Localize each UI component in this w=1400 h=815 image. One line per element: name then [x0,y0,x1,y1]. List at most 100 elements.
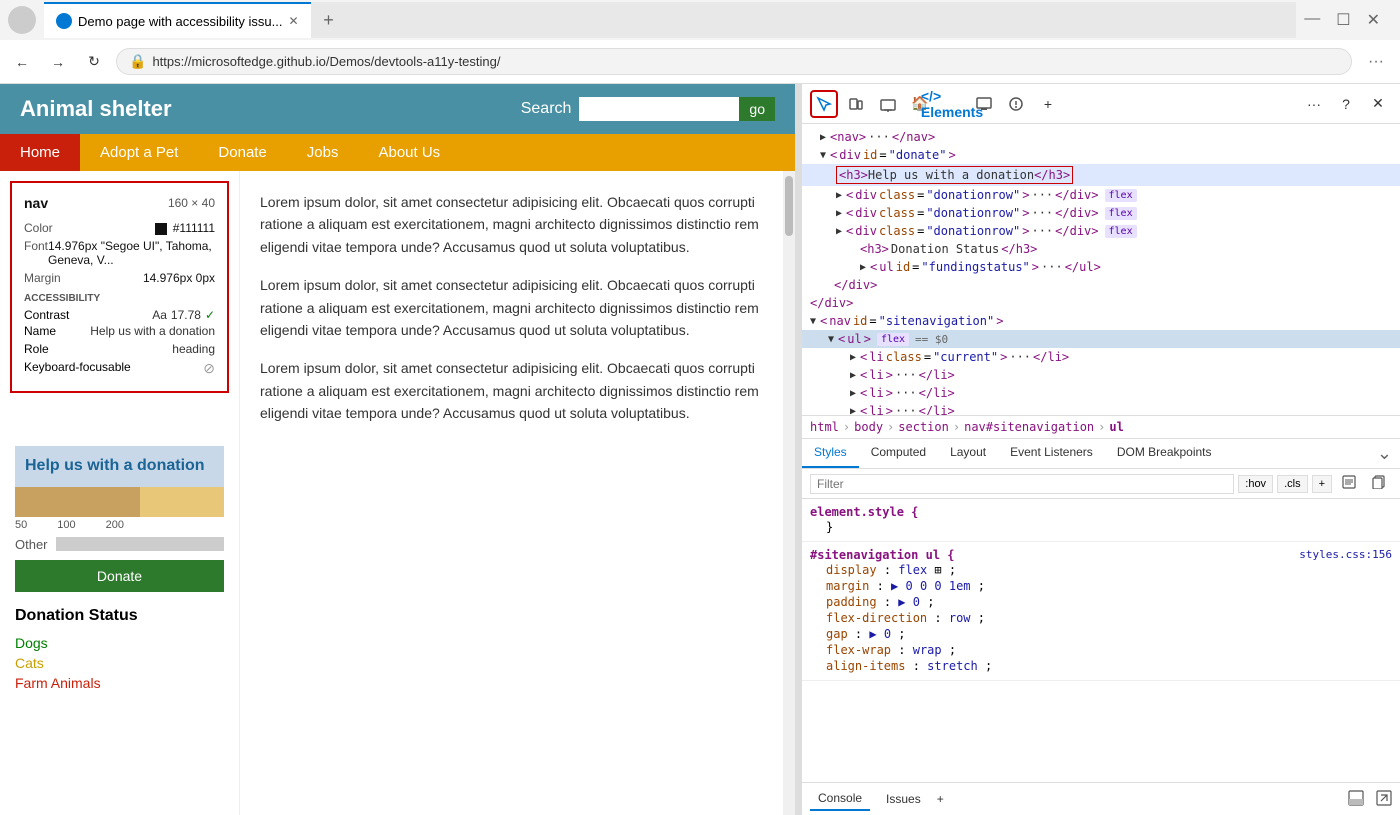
more-options-icon[interactable]: ··· [1300,90,1328,118]
dom-nav-line[interactable]: ▶ <nav> ··· </nav> [802,128,1400,146]
dom-h3-donation-status[interactable]: <h3>Donation Status</h3> [802,240,1400,258]
dom-donationrow-2[interactable]: ▶ <div class= "donationrow"> ··· </div> … [802,204,1400,222]
issues-icon[interactable] [1002,90,1030,118]
tooltip-font-row: Font 14.976px "Segoe UI", Tahoma, Geneva… [24,237,215,269]
nav-item-jobs[interactable]: Jobs [287,134,359,171]
style-flex-direction: flex-direction : row ; [810,610,1392,626]
pseudo-hov-button[interactable]: :hov [1238,475,1273,493]
progress-bar-container [15,487,224,517]
undock-icon[interactable] [1376,790,1392,809]
pseudo-cls-button[interactable]: .cls [1277,475,1308,493]
breadcrumb-body[interactable]: body [854,420,883,434]
inspect-icon[interactable] [810,90,838,118]
title-bar: Demo page with accessibility issu... ✕ +… [0,0,1400,40]
dom-nav-sitenavigation[interactable]: ▼ <nav id= "sitenavigation"> [802,312,1400,330]
nav-item-home[interactable]: Home [0,134,80,171]
breadcrumb-bar: html › body › section › nav#sitenavigati… [802,416,1400,439]
devtools-toolbar: 🏠 </> Elements + ··· ? ✕ [802,84,1400,124]
donate-section: Help us with a donation 50 100 200 Other [15,446,224,592]
close-devtools-icon[interactable]: ✕ [1364,90,1392,118]
search-button[interactable]: go [739,97,775,121]
styles-subtabs: Styles Computed Layout Event Listeners D… [802,439,1400,469]
subtab-dom-breakpoints[interactable]: DOM Breakpoints [1105,439,1224,468]
donate-button[interactable]: Donate [15,560,224,592]
scroll-thumb[interactable] [785,176,793,236]
expand-nav-icon[interactable]: ▶ [820,132,826,143]
new-tab-button[interactable]: + [311,2,347,38]
console-tab[interactable]: Console [810,787,870,811]
collapse-panel-icon[interactable]: ⌄ [1369,439,1400,468]
ul-flex-badge: flex [877,333,909,346]
dom-li-current[interactable]: ▶ <li class= "current"> ··· </li> [802,348,1400,366]
minimize-button[interactable]: — [1304,10,1320,30]
keyboard-focusable-icon: ⊘ [203,360,215,377]
dock-bottom-icon[interactable] [1348,790,1364,809]
subtab-layout[interactable]: Layout [938,439,998,468]
add-style-button[interactable]: + [1312,475,1332,493]
tooltip-margin-value: 14.976px 0px [143,271,215,285]
subtab-event-listeners[interactable]: Event Listeners [998,439,1105,468]
dom-h3-line[interactable]: <h3>Help us with a donation</h3> [802,164,1400,186]
dom-ul-fundingstatus[interactable]: ▶ <ul id= "fundingstatus"> ··· </ul> [802,258,1400,276]
sitenavigation-ul-block: #sitenavigation ul { styles.css:156 disp… [802,542,1400,681]
nav-item-about[interactable]: About Us [358,134,460,171]
dom-li-2[interactable]: ▶ <li> ··· </li> [802,366,1400,384]
dom-li-3[interactable]: ▶ <li> ··· </li> [802,384,1400,402]
dom-li-4[interactable]: ▶ <li> ··· </li> [802,402,1400,416]
maximize-button[interactable]: ☐ [1336,10,1350,30]
active-tab[interactable]: Demo page with accessibility issu... ✕ [44,2,311,38]
subtab-styles[interactable]: Styles [802,439,859,468]
copy-styles-button[interactable] [1366,473,1392,494]
refresh-button[interactable]: ↻ [80,48,108,76]
element-tooltip: nav 160 × 40 Color #111111 Font 14.976px… [10,181,229,393]
dom-donationrow-3[interactable]: ▶ <div class= "donationrow"> ··· </div> … [802,222,1400,240]
dom-div-donate-line[interactable]: ▼ <div id= "donate" > [802,146,1400,164]
address-bar[interactable]: 🔒 https://microsoftedge.github.io/Demos/… [116,48,1352,75]
donation-cats-link[interactable]: Cats [15,653,224,673]
role-label: Role [24,342,49,356]
help-icon[interactable]: ? [1332,90,1360,118]
new-rule-button[interactable] [1336,473,1362,494]
element-style-block: element.style { } [802,499,1400,542]
breadcrumb-html[interactable]: html [810,420,839,434]
sitenavigation-selector[interactable]: #sitenavigation ul { [810,548,955,562]
dom-donationrow-1[interactable]: ▶ <div class= "donationrow"> ··· </div> … [802,186,1400,204]
nav-item-donate[interactable]: Donate [198,134,286,171]
progress-labels: 50 100 200 [15,519,224,531]
breadcrumb-ul[interactable]: ul [1109,420,1123,434]
add-panel-bottom-icon[interactable]: + [937,792,944,806]
device-toolbar-icon[interactable] [842,90,870,118]
accessibility-title: ACCESSIBILITY [24,293,215,304]
screencast-icon[interactable] [970,90,998,118]
breadcrumb-section[interactable]: section [898,420,949,434]
tab-close-button[interactable]: ✕ [288,14,298,28]
contrast-sample: Aa [152,308,167,322]
flex-badge-3: flex [1105,225,1137,238]
name-value: Help us with a donation [90,324,215,338]
close-button[interactable]: ✕ [1367,10,1380,30]
dom-div-close-inner[interactable]: </div> [802,276,1400,294]
add-panel-icon[interactable]: + [1034,90,1062,118]
browser-more-button[interactable]: ··· [1360,49,1392,75]
search-input[interactable] [579,97,739,121]
site-scrollbar[interactable] [783,171,795,815]
dom-ul-flex[interactable]: ▼ <ul > flex == $0 [802,330,1400,348]
styles-source-link[interactable]: styles.css:156 [1299,548,1392,562]
forward-button[interactable]: → [44,48,72,76]
sitenavigation-header: #sitenavigation ul { styles.css:156 [810,548,1392,562]
styles-filter-input[interactable] [810,474,1234,494]
dom-h3-highlighted: <h3>Help us with a donation</h3> [836,166,1073,184]
issues-tab[interactable]: Issues [878,788,929,810]
breadcrumb-nav[interactable]: nav#sitenavigation [964,420,1094,434]
expand-donationrow1-icon[interactable]: ▶ [836,190,842,201]
responsive-icon[interactable] [874,90,902,118]
donation-dogs-link[interactable]: Dogs [15,633,224,653]
expand-donate-icon[interactable]: ▼ [820,150,826,161]
donation-farm-link[interactable]: Farm Animals [15,673,224,693]
progress-100: 100 [57,519,75,531]
nav-item-adopt[interactable]: Adopt a Pet [80,134,198,171]
elements-tab-icon[interactable]: </> Elements [938,90,966,118]
back-button[interactable]: ← [8,48,36,76]
dom-div-close-outer[interactable]: </div> [802,294,1400,312]
subtab-computed[interactable]: Computed [859,439,938,468]
